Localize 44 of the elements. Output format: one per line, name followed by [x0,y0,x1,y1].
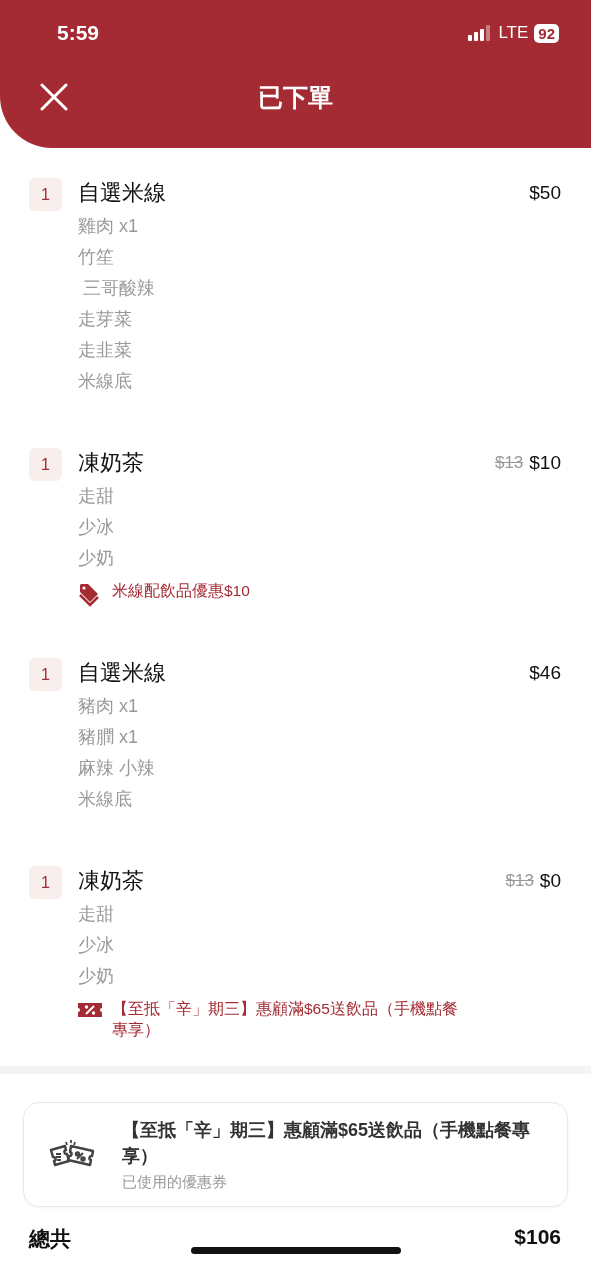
item-price: $50 [529,182,561,204]
quantity-badge: 1 [29,448,62,481]
item-name: 自選米線 [78,179,166,207]
coupon-status: 已使用的優惠券 [122,1173,228,1192]
item-option: 竹笙 [78,242,561,273]
status-time: 5:59 [57,21,100,45]
item-option: 麻辣 小辣 [78,753,561,784]
item-option: 走甜 [78,481,561,512]
item-option: 雞肉 x1 [78,211,561,242]
discount-label: 【至抵「辛」期三】惠顧滿$65送飲品（手機點餐專享） [112,999,459,1040]
item-option: 走甜 [78,899,561,930]
signal-icon [468,25,493,41]
item-option: 少奶 [78,961,561,992]
item-option: 走韭菜 [78,335,561,366]
quantity-badge: 1 [29,658,62,691]
item-option: 少冰 [78,930,561,961]
coupon-title: 【至抵「辛」期三】惠顧滿$65送飲品（手機點餐專享） [122,1119,532,1168]
battery-level: 92 [534,23,559,43]
quantity-badge: 1 [29,866,62,899]
tag-icon [78,581,102,607]
network-label: LTE [498,23,529,43]
page-title: 已下單 [258,81,333,113]
item-name: 凍奶茶 [78,867,144,895]
total-label: 總共 [29,1226,71,1252]
item-option: 走芽菜 [78,304,561,335]
item-option: 少冰 [78,512,561,543]
item-option: 米線底 [78,366,561,397]
item-name: 凍奶茶 [78,449,144,477]
item-price: $10 [529,452,561,474]
original-price: $13 [494,453,524,473]
item-price: $46 [529,662,561,684]
item-option: 豬肉 x1 [78,691,561,722]
coupon-card[interactable]: 【至抵「辛」期三】惠顧滿$65送飲品（手機點餐專享） 已使用的優惠券 [23,1102,568,1207]
item-option: 三哥酸辣 [78,273,561,304]
item-option: 豬膶 x1 [78,722,561,753]
total-amount: $106 [514,1225,561,1250]
item-option: 米線底 [78,784,561,815]
close-button[interactable] [40,83,68,111]
item-price: $0 [539,870,561,892]
item-option: 少奶 [78,543,561,574]
item-name: 自選米線 [78,659,166,687]
discount-label: 米線配飲品優惠$10 [112,581,250,601]
quantity-badge: 1 [29,178,62,211]
original-price: $13 [505,871,534,891]
